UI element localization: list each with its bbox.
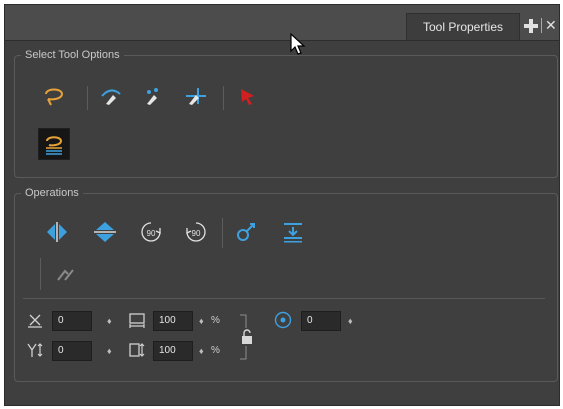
- tool-separator: [87, 86, 88, 110]
- offset-x-spinner[interactable]: ♦: [107, 311, 112, 331]
- tab-bar: Tool Properties ✕: [5, 5, 559, 45]
- width-unit: %: [211, 315, 220, 326]
- offset-y-field[interactable]: 0: [52, 341, 92, 361]
- height-spinner[interactable]: ♦: [199, 341, 204, 361]
- angle-field[interactable]: 0: [301, 311, 341, 331]
- tab-separator: [541, 18, 542, 33]
- lasso-icon: [42, 84, 66, 108]
- rotate-90-cw-button[interactable]: 90: [135, 216, 167, 248]
- lasso-lines-button[interactable]: [38, 128, 70, 160]
- height-icon: [127, 340, 147, 360]
- mouse-cursor-icon: [290, 32, 306, 62]
- width-field[interactable]: 100: [153, 311, 193, 331]
- panel-content: Select Tool Options Operations 90 90 0 ♦…: [5, 40, 559, 405]
- tool-properties-window: Tool Properties ✕ Select Tool Options Op…: [4, 4, 560, 406]
- width-icon: [127, 310, 147, 330]
- height-field[interactable]: 100: [153, 341, 193, 361]
- rotate-90-cw-icon: 90: [137, 220, 165, 244]
- select-by-color-2-icon: [141, 84, 165, 108]
- offset-y-icon: [25, 340, 45, 360]
- flip-vertical-icon: [92, 220, 118, 244]
- rotate-90-ccw-icon: 90: [182, 220, 210, 244]
- svg-text:90: 90: [192, 229, 201, 238]
- select-by-color-button[interactable]: [95, 80, 127, 112]
- flip-horizontal-icon: [44, 221, 70, 243]
- group-title-select-tool-options: Select Tool Options: [21, 48, 124, 62]
- create-empty-drawing-button[interactable]: [49, 258, 81, 290]
- lasso-button[interactable]: [38, 80, 70, 112]
- smooth-button[interactable]: [230, 216, 262, 248]
- smooth-icon: [234, 220, 258, 244]
- group-title-operations: Operations: [21, 186, 83, 200]
- flatten-icon: [281, 220, 305, 244]
- width-spinner[interactable]: ♦: [199, 311, 204, 331]
- tool-separator-2: [223, 86, 224, 110]
- add-tab-icon[interactable]: [523, 18, 539, 34]
- angle-icon: [273, 310, 293, 330]
- flip-horizontal-button[interactable]: [41, 216, 73, 248]
- lasso-lines-icon: [42, 132, 66, 156]
- select-tool-options-group: Select Tool Options: [14, 48, 558, 178]
- red-select-arrow-button[interactable]: [231, 80, 263, 112]
- select-by-color-icon: [99, 84, 123, 108]
- close-icon[interactable]: ✕: [545, 17, 558, 33]
- height-unit: %: [211, 345, 220, 356]
- svg-text:90: 90: [147, 229, 156, 238]
- angle-spinner[interactable]: ♦: [348, 311, 353, 331]
- select-by-color-3-icon: [184, 84, 208, 108]
- operations-group: Operations 90 90 0 ♦ 0 ♦ 100 ♦ % 100 ♦ %…: [14, 186, 558, 382]
- operations-divider: [23, 298, 545, 299]
- rotate-90-ccw-button[interactable]: 90: [180, 216, 212, 248]
- tab-tool-properties[interactable]: Tool Properties: [406, 13, 520, 40]
- operations-separator: [222, 218, 223, 248]
- select-by-color-2-button[interactable]: [137, 80, 169, 112]
- create-empty-drawing-icon: [53, 262, 77, 286]
- flip-vertical-button[interactable]: [89, 216, 121, 248]
- red-select-arrow-icon: [235, 84, 259, 108]
- offset-x-field[interactable]: 0: [52, 311, 92, 331]
- offset-x-icon: [25, 310, 45, 330]
- select-by-color-3-button[interactable]: [180, 80, 212, 112]
- flatten-button[interactable]: [277, 216, 309, 248]
- lock-ratio-icon[interactable]: [240, 329, 254, 345]
- offset-y-spinner[interactable]: ♦: [107, 341, 112, 361]
- operations-row2-separator: [40, 258, 41, 290]
